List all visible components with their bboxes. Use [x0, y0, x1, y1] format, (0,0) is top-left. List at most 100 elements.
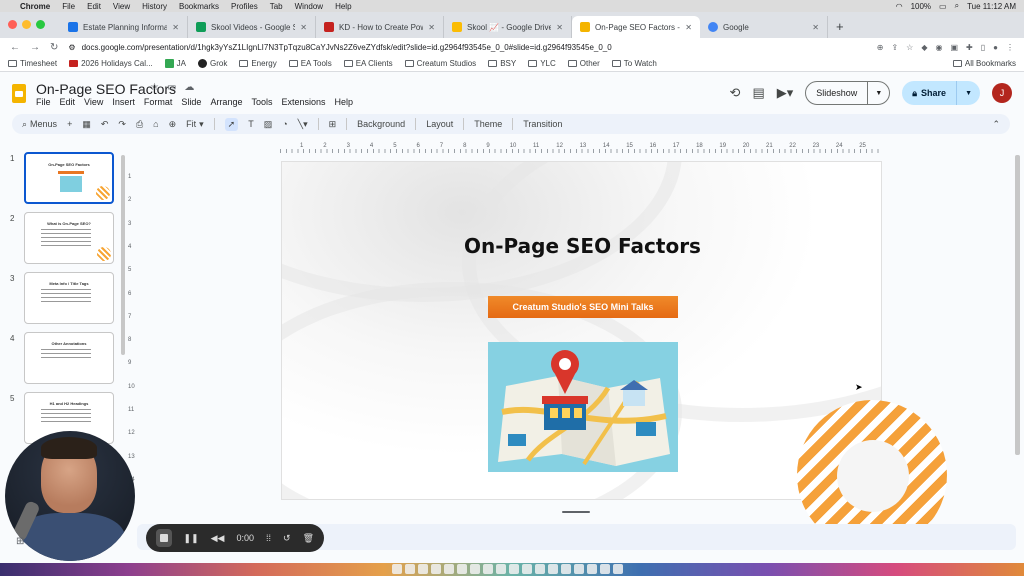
collapse-toolbar-icon[interactable]: ⌃: [992, 119, 1000, 130]
menu-tools[interactable]: Tools: [251, 97, 272, 107]
shape-icon[interactable]: ◔: [282, 119, 287, 129]
browser-tab[interactable]: Skool 📈 - Google Drive ✕: [444, 16, 572, 38]
speaker-notes-handle[interactable]: [562, 511, 590, 513]
menu-slide[interactable]: Slide: [181, 97, 201, 107]
paint-format-icon[interactable]: ⌂: [153, 119, 158, 129]
close-tab-icon[interactable]: ✕: [685, 23, 692, 32]
slideshow-label[interactable]: Slideshow: [806, 88, 867, 98]
mac-menu-view[interactable]: View: [113, 2, 130, 11]
browser-tab-active[interactable]: On-Page SEO Factors - Go ✕: [572, 16, 700, 38]
zoom-icon[interactable]: ⊕: [877, 43, 884, 52]
share-button[interactable]: 🔒︎ Share ▼: [902, 81, 980, 105]
mac-menu-file[interactable]: File: [62, 2, 75, 11]
menu-format[interactable]: Format: [144, 97, 173, 107]
dock-app-icon[interactable]: [405, 564, 415, 574]
trash-icon[interactable]: 🗑︎: [303, 533, 314, 544]
print-icon[interactable]: ⎙: [136, 119, 143, 130]
redo-icon[interactable]: ↷: [118, 119, 126, 130]
dock-app-icon[interactable]: [561, 564, 571, 574]
dock-app-icon[interactable]: [431, 564, 441, 574]
avatar[interactable]: J: [992, 83, 1012, 103]
dock-app-icon[interactable]: [392, 564, 402, 574]
map-illustration[interactable]: [488, 342, 678, 472]
close-window-icon[interactable]: [8, 20, 17, 29]
side-panel-icon[interactable]: ▯: [981, 43, 985, 52]
text-box-icon[interactable]: T: [248, 119, 254, 129]
puzzle-icon[interactable]: ✚: [966, 43, 973, 52]
dock-app-icon[interactable]: [470, 564, 480, 574]
layout-button[interactable]: Layout: [426, 119, 453, 129]
bookmark-item[interactable]: Grok: [198, 59, 227, 68]
line-icon[interactable]: ╲▾: [298, 119, 308, 130]
bookmark-item[interactable]: Timesheet: [8, 59, 57, 68]
filmstrip-scrollbar[interactable]: [121, 155, 125, 355]
more-icon[interactable]: ⋮: [1006, 43, 1014, 52]
dock-app-icon[interactable]: [457, 564, 467, 574]
select-tool-icon[interactable]: ➚: [224, 117, 239, 131]
mac-menu-bookmarks[interactable]: Bookmarks: [179, 2, 219, 11]
pause-icon[interactable]: ❚❚: [184, 533, 199, 544]
filmstrip-item[interactable]: 1 On-Page SEO Factors: [10, 152, 114, 204]
slide-subtitle-banner[interactable]: Creatum Studio's SEO Mini Talks: [488, 296, 678, 318]
menu-arrange[interactable]: Arrange: [210, 97, 242, 107]
mac-menu-window[interactable]: Window: [295, 2, 323, 11]
extension-icon[interactable]: ◉: [936, 43, 943, 52]
star-icon[interactable]: ☆: [150, 82, 159, 93]
rewind-icon[interactable]: ◀◀: [211, 533, 225, 544]
dock-app-icon[interactable]: [444, 564, 454, 574]
slides-logo-icon[interactable]: [12, 84, 26, 103]
filmstrip-item[interactable]: 4 Other Annotations: [10, 332, 114, 384]
slide-thumbnail[interactable]: Meta Info / Title Tags: [24, 272, 114, 324]
cloud-saved-icon[interactable]: ☁: [184, 82, 194, 93]
bookmark-item[interactable]: EA Clients: [343, 59, 393, 68]
dock-app-icon[interactable]: [535, 564, 545, 574]
stop-recording-icon[interactable]: [156, 529, 172, 547]
bookmark-item[interactable]: BSY: [488, 59, 516, 68]
menu-extensions[interactable]: Extensions: [281, 97, 325, 107]
menu-view[interactable]: View: [84, 97, 103, 107]
drag-handle-icon[interactable]: ⁞⁞: [266, 533, 271, 543]
bookmark-item[interactable]: Other: [567, 59, 600, 68]
slideshow-button[interactable]: Slideshow ▼: [805, 81, 891, 105]
wifi-icon[interactable]: ◠: [896, 2, 903, 11]
bookmark-item[interactable]: Energy: [239, 59, 277, 68]
mac-menu-help[interactable]: Help: [335, 2, 351, 11]
slide-title[interactable]: On-Page SEO Factors: [282, 234, 881, 258]
restart-icon[interactable]: ↺: [283, 533, 291, 544]
dock-app-icon[interactable]: [522, 564, 532, 574]
new-tab-button[interactable]: +: [828, 19, 852, 38]
share-main[interactable]: 🔒︎ Share: [902, 88, 956, 99]
dock-app-icon[interactable]: [613, 564, 623, 574]
all-bookmarks[interactable]: All Bookmarks: [952, 59, 1016, 68]
meet-icon[interactable]: ▶▾: [777, 85, 794, 101]
close-tab-icon[interactable]: ✕: [428, 23, 435, 32]
slide-thumbnail[interactable]: Other Annotations: [24, 332, 114, 384]
horizontal-ruler[interactable]: 1 2 3 4 5 6 7 8 9 10 11 12 13 14 15 16 17 18 19 20 21 22 23 24 2…: [280, 143, 882, 153]
filmstrip-item[interactable]: 2 What is On-Page SEO?: [10, 212, 114, 264]
dock-app-icon[interactable]: [600, 564, 610, 574]
dock-app-icon[interactable]: [496, 564, 506, 574]
bookmark-item[interactable]: Creatum Studios: [404, 59, 476, 68]
background-button[interactable]: Background: [357, 119, 405, 129]
dock-app-icon[interactable]: [587, 564, 597, 574]
mac-menu-profiles[interactable]: Profiles: [231, 2, 258, 11]
bookmark-item[interactable]: EA Tools: [288, 59, 332, 68]
vertical-ruler[interactable]: 1234567891011121314: [128, 160, 136, 500]
dock-app-icon[interactable]: [509, 564, 519, 574]
canvas-scrollbar[interactable]: [1015, 155, 1020, 455]
menu-file[interactable]: File: [36, 97, 51, 107]
dock-app-icon[interactable]: [418, 564, 428, 574]
browser-tab[interactable]: Google ✕: [700, 16, 828, 38]
extension-icon[interactable]: ▣: [950, 43, 958, 52]
back-icon[interactable]: ←: [10, 42, 20, 53]
extension-icon[interactable]: ◆: [921, 43, 927, 52]
bookmark-item[interactable]: To Watch: [611, 59, 657, 68]
reload-icon[interactable]: ↻: [50, 42, 58, 53]
comment-add-icon[interactable]: ⊞: [329, 119, 337, 130]
slide-thumbnail[interactable]: On-Page SEO Factors: [24, 152, 114, 204]
new-slide-icon[interactable]: +: [67, 119, 72, 129]
browser-tab[interactable]: KD - How to Create Powerful, ✕: [316, 16, 444, 38]
undo-icon[interactable]: ↶: [101, 119, 109, 130]
close-tab-icon[interactable]: ✕: [300, 23, 307, 32]
theme-button[interactable]: Theme: [474, 119, 502, 129]
